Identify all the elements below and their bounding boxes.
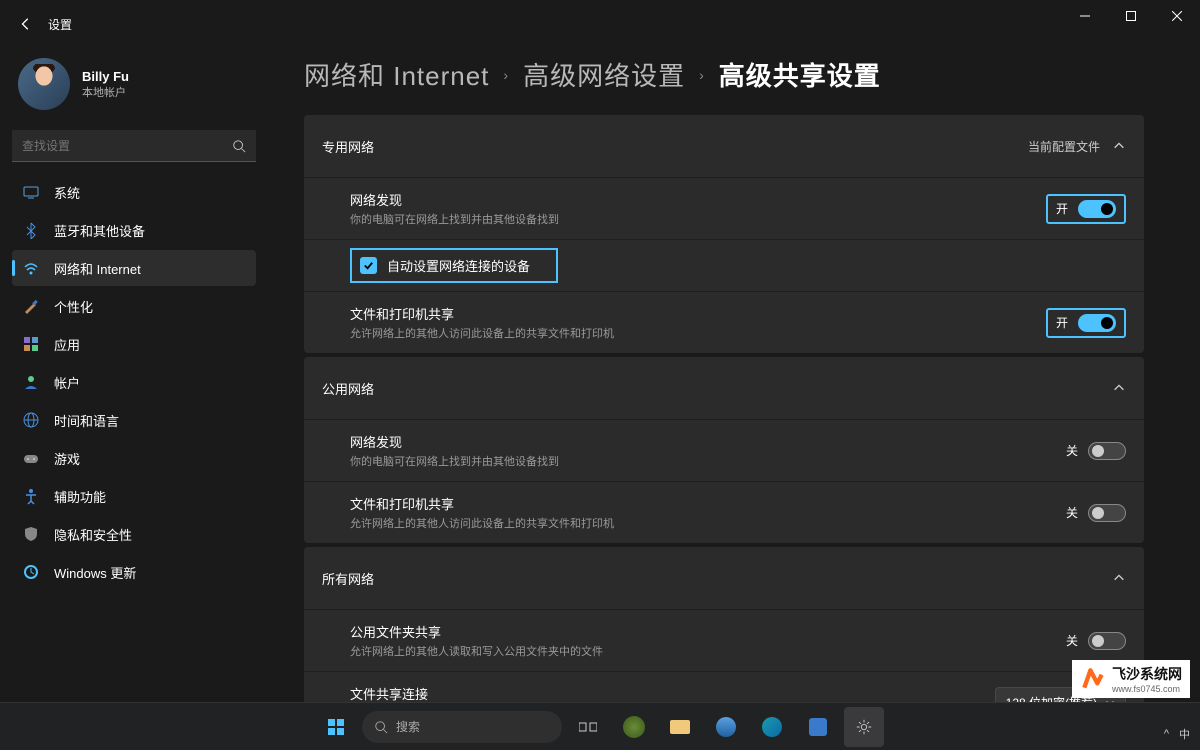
chevron-right-icon: ›	[503, 67, 509, 83]
tray-more-icon[interactable]: ^	[1164, 728, 1169, 740]
breadcrumb: 网络和 Internet › 高级网络设置 › 高级共享设置	[304, 56, 1144, 93]
update-icon	[22, 563, 40, 581]
apps-icon	[22, 335, 40, 353]
explorer-button[interactable]	[660, 707, 700, 747]
user-block[interactable]: Billy Fu 本地帐户	[12, 48, 256, 126]
bluetooth-icon	[22, 221, 40, 239]
store-button[interactable]	[798, 707, 838, 747]
public-share-toggle[interactable]	[1088, 504, 1126, 522]
taskbar: 搜索	[0, 702, 1200, 750]
maximize-button[interactable]	[1108, 0, 1154, 32]
minimize-button[interactable]	[1062, 0, 1108, 32]
nav-item-bluetooth[interactable]: 蓝牙和其他设备	[12, 212, 256, 248]
search-input[interactable]	[22, 139, 232, 153]
chevron-up-icon	[1112, 381, 1126, 395]
public-share-row: 文件和打印机共享 允许网络上的其他人访问此设备上的共享文件和打印机 关	[304, 481, 1144, 543]
globe-icon	[22, 411, 40, 429]
taskbar-app-2[interactable]	[706, 707, 746, 747]
all-conn-row: 文件共享连接 对支持它的设备使用 128 位加密 128 位加密(推荐)	[304, 671, 1144, 702]
nav-item-apps[interactable]: 应用	[12, 326, 256, 362]
auto-setup-checkbox[interactable]	[360, 257, 377, 274]
taskbar-app-1[interactable]	[614, 707, 654, 747]
brush-icon	[22, 297, 40, 315]
access-icon	[22, 487, 40, 505]
settings-button[interactable]	[844, 707, 884, 747]
nav-item-wifi[interactable]: 网络和 Internet	[12, 250, 256, 286]
private-share-toggle[interactable]	[1078, 314, 1116, 332]
private-discovery-row: 网络发现 你的电脑可在网络上找到并由其他设备找到 开	[304, 177, 1144, 239]
public-folder-toggle[interactable]	[1088, 632, 1126, 650]
nav-item-access[interactable]: 辅助功能	[12, 478, 256, 514]
section-all-header[interactable]: 所有网络	[304, 547, 1144, 609]
wifi-icon	[22, 259, 40, 277]
private-share-row: 文件和打印机共享 允许网络上的其他人访问此设备上的共享文件和打印机 开	[304, 291, 1144, 353]
public-discovery-row: 网络发现 你的电脑可在网络上找到并由其他设备找到 关	[304, 419, 1144, 481]
nav-item-brush[interactable]: 个性化	[12, 288, 256, 324]
breadcrumb-current: 高级共享设置	[719, 56, 881, 93]
section-public-header[interactable]: 公用网络	[304, 357, 1144, 419]
auto-setup-row: 自动设置网络连接的设备	[304, 239, 1144, 291]
chevron-right-icon: ›	[699, 67, 705, 83]
back-button[interactable]	[12, 10, 40, 38]
nav-item-update[interactable]: Windows 更新	[12, 554, 256, 590]
nav-item-system[interactable]: 系统	[12, 174, 256, 210]
nav-item-game[interactable]: 游戏	[12, 440, 256, 476]
close-button[interactable]	[1154, 0, 1200, 32]
system-icon	[22, 183, 40, 201]
all-public-folder-row: 公用文件夹共享 允许网络上的其他人读取和写入公用文件夹中的文件 关	[304, 609, 1144, 671]
search-icon	[232, 139, 246, 153]
settings-search[interactable]	[12, 130, 256, 162]
edge-button[interactable]	[752, 707, 792, 747]
taskbar-search[interactable]: 搜索	[362, 711, 562, 743]
start-button[interactable]	[316, 707, 356, 747]
search-icon	[374, 720, 388, 734]
chevron-up-icon	[1112, 571, 1126, 585]
shield-icon	[22, 525, 40, 543]
user-sub: 本地帐户	[82, 84, 129, 100]
nav-item-person[interactable]: 帐户	[12, 364, 256, 400]
nav-item-globe[interactable]: 时间和语言	[12, 402, 256, 438]
person-icon	[22, 373, 40, 391]
ime-indicator[interactable]: 中	[1179, 726, 1190, 742]
breadcrumb-2[interactable]: 高级网络设置	[523, 56, 685, 93]
task-view-button[interactable]	[568, 707, 608, 747]
game-icon	[22, 449, 40, 467]
section-private-header[interactable]: 专用网络 当前配置文件	[304, 115, 1144, 177]
public-discovery-toggle[interactable]	[1088, 442, 1126, 460]
system-tray[interactable]: ^ 中	[1164, 726, 1190, 742]
user-name: Billy Fu	[82, 69, 129, 84]
avatar	[18, 58, 70, 110]
chevron-up-icon	[1112, 139, 1126, 153]
private-discovery-toggle[interactable]	[1078, 200, 1116, 218]
window-title: 设置	[48, 16, 72, 33]
watermark: 飞沙系统网 www.fs0745.com	[1072, 660, 1190, 698]
nav-item-shield[interactable]: 隐私和安全性	[12, 516, 256, 552]
breadcrumb-1[interactable]: 网络和 Internet	[304, 56, 489, 93]
